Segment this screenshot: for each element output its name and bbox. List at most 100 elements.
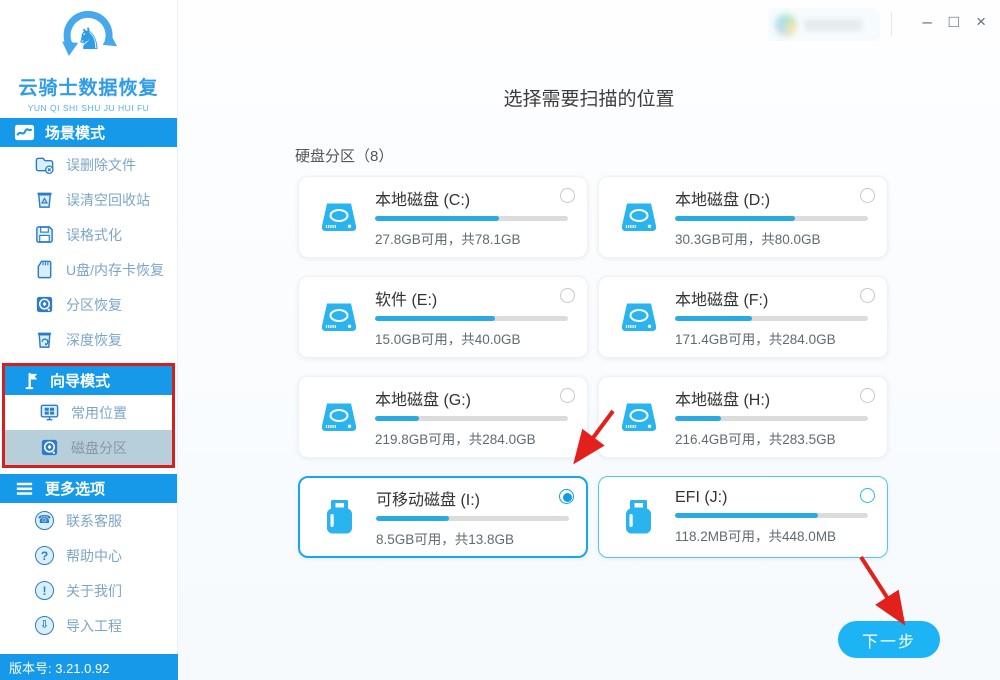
disk-partition-icon — [39, 437, 60, 458]
blurred-badge-icon — [775, 14, 797, 36]
disk-capacity-text: 8.5GB可用，共13.8GB — [376, 528, 569, 548]
sidebar-section-header[interactable]: 场景模式 — [0, 118, 177, 147]
partition-icon — [34, 294, 55, 315]
section-header-label: 更多选项 — [45, 478, 105, 499]
minimize-button[interactable]: – — [922, 13, 931, 30]
sidebar-item-label: 帮助中心 — [66, 546, 122, 566]
sidebar-item-label: U盘/内存卡恢复 — [66, 260, 164, 280]
logo-circular-arrows-icon: ♞ — [56, 6, 122, 70]
page-title: 选择需要扫描的位置 — [178, 84, 1000, 111]
sidebar-item-label: 关于我们 — [66, 581, 122, 601]
sidebar-item[interactable]: 磁盘分区 — [5, 430, 172, 465]
disk-card[interactable]: 本地磁盘 (F:) 171.4GB可用，共284.0GB — [598, 276, 888, 358]
phone-icon: ☎ — [34, 510, 55, 531]
file-delete-icon — [34, 154, 55, 175]
import-icon: ⇩ — [34, 615, 55, 636]
app-window: ♞ 云骑士数据恢复 YUN QI SHI SHU JU HUI FU 场景模式误… — [0, 0, 1000, 680]
version-bar: 版本号: 3.21.0.92 — [0, 654, 178, 680]
capacity-bar — [675, 416, 868, 421]
disk-grid: 本地磁盘 (C:)27.8GB可用，共78.1GB本地磁盘 (D:)30.3GB… — [298, 176, 1000, 558]
sidebar-item[interactable]: 常用位置 — [5, 395, 172, 430]
sidebar-item-label: 误删除文件 — [66, 155, 136, 175]
capacity-bar — [375, 416, 568, 421]
main-panel: – □ × 选择需要扫描的位置 硬盘分区（8） 本地磁盘 (C:)27.8GB可… — [178, 0, 1000, 680]
sidebar-item-label: 误格式化 — [66, 225, 122, 245]
format-icon — [34, 224, 55, 245]
disk-name: 可移动磁盘 (I:) — [376, 486, 569, 510]
sidebar-item[interactable]: 分区恢复 — [0, 287, 177, 322]
hdd-icon — [617, 195, 661, 239]
deep-recovery-icon — [34, 329, 55, 350]
disk-radio-button[interactable] — [560, 188, 575, 203]
hdd-icon — [317, 195, 361, 239]
scene-icon — [14, 122, 35, 143]
disk-radio-button[interactable] — [860, 288, 875, 303]
recycle-empty-icon — [34, 189, 55, 210]
capacity-bar — [675, 316, 868, 321]
menu-icon — [14, 478, 35, 499]
disk-card[interactable]: 可移动磁盘 (I:) 8.5GB可用，共13.8GB — [298, 476, 588, 558]
sidebar-item[interactable]: 误删除文件 — [0, 147, 177, 182]
sidebar-item[interactable]: U盘/内存卡恢复 — [0, 252, 177, 287]
disk-capacity-text: 171.4GB可用，共284.0GB — [675, 328, 868, 348]
disk-card-body: 可移动磁盘 (I:) 8.5GB可用，共13.8GB — [376, 486, 609, 548]
sidebar-item-label: 深度恢复 — [66, 330, 122, 350]
disk-card[interactable]: 本地磁盘 (H:)216.4GB可用，共283.5GB — [598, 376, 888, 458]
disk-radio-button[interactable] — [860, 388, 875, 403]
disk-name: 本地磁盘 (H:) — [675, 386, 868, 410]
sidebar-section-header[interactable]: 更多选项 — [0, 474, 177, 503]
sidebar-sections: 场景模式误删除文件误清空回收站误格式化 U盘/内存卡恢复分区恢复深度恢复向导模式常… — [0, 118, 177, 643]
disk-card[interactable]: 本地磁盘 (D:)30.3GB可用，共80.0GB — [598, 176, 888, 258]
titlebar-divider — [891, 12, 892, 36]
sidebar-item[interactable]: ☎联系客服 — [0, 503, 177, 538]
disk-radio-button[interactable] — [559, 489, 574, 504]
sidebar-item-label: 误清空回收站 — [66, 190, 150, 210]
hdd-icon — [617, 395, 661, 439]
hdd-icon — [617, 295, 661, 339]
capacity-bar — [675, 513, 868, 518]
capacity-bar — [375, 216, 568, 221]
section-header-label: 向导模式 — [50, 370, 110, 391]
window-controls: – □ × — [922, 13, 986, 30]
sidebar-item-label: 导入工程 — [66, 616, 122, 636]
section-header-label: 场景模式 — [45, 122, 105, 143]
usb-icon — [318, 495, 362, 539]
sidebar-section: 更多选项 ☎联系客服?帮助中心! 关于我们 ⇩ 导入工程 — [0, 474, 177, 643]
blurred-promo-badge — [768, 8, 880, 41]
sidebar-section-header[interactable]: 向导模式 — [5, 366, 172, 395]
blurred-badge-text — [804, 19, 862, 31]
sidebar-item[interactable]: ⇩ 导入工程 — [0, 608, 177, 643]
exclamation-icon: ! — [34, 580, 55, 601]
flag-icon — [19, 370, 40, 391]
sidebar-item[interactable]: 误格式化 — [0, 217, 177, 252]
disk-radio-button[interactable] — [560, 388, 575, 403]
capacity-bar — [675, 216, 868, 221]
next-step-button[interactable]: 下一步 — [838, 621, 940, 658]
sidebar-item[interactable]: ?帮助中心 — [0, 538, 177, 573]
sidebar-item[interactable]: 深度恢复 — [0, 322, 177, 357]
sidebar-item-label: 常用位置 — [71, 403, 127, 423]
disk-name: 本地磁盘 (F:) — [675, 286, 868, 310]
disk-card[interactable]: 软件 (E:)15.0GB可用，共40.0GB — [298, 276, 588, 358]
capacity-bar — [375, 316, 568, 321]
close-button[interactable]: × — [976, 13, 986, 30]
monitor-icon — [39, 402, 60, 423]
capacity-bar — [376, 516, 569, 521]
disk-card[interactable]: EFI (J:)118.2MB可用，共448.0MB — [598, 476, 888, 558]
disk-radio-button[interactable] — [860, 188, 875, 203]
sidebar-item[interactable]: ! 关于我们 — [0, 573, 177, 608]
disk-radio-button[interactable] — [860, 488, 875, 503]
sidebar-item-label: 磁盘分区 — [71, 438, 127, 458]
sidebar-item[interactable]: 误清空回收站 — [0, 182, 177, 217]
sidebar-section-highlighted: 向导模式常用位置磁盘分区 — [2, 363, 175, 468]
app-logo: ♞ 云骑士数据恢复 YUN QI SHI SHU JU HUI FU — [0, 0, 177, 118]
disk-card[interactable]: 本地磁盘 (G:)219.8GB可用，共284.0GB — [298, 376, 588, 458]
disk-card[interactable]: 本地磁盘 (C:)27.8GB可用，共78.1GB — [298, 176, 588, 258]
disk-capacity-text: 30.3GB可用，共80.0GB — [675, 228, 868, 248]
hdd-icon — [317, 395, 361, 439]
hdd-icon — [317, 295, 361, 339]
disk-radio-button[interactable] — [560, 288, 575, 303]
maximize-button[interactable]: □ — [949, 13, 959, 30]
sidebar-item-label: 分区恢复 — [66, 295, 122, 315]
disk-name: 本地磁盘 (G:) — [375, 386, 568, 410]
